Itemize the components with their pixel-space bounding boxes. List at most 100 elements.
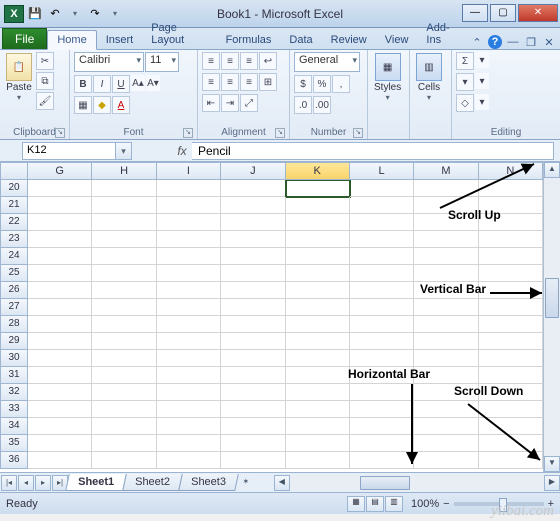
cell-selected[interactable] (286, 180, 350, 197)
cell[interactable] (350, 435, 414, 452)
cell[interactable] (414, 282, 478, 299)
cell[interactable] (286, 265, 350, 282)
cell[interactable] (28, 418, 92, 435)
maximize-button[interactable]: ▢ (490, 4, 516, 22)
zoom-out-button[interactable]: − (443, 498, 449, 510)
cell[interactable] (157, 367, 221, 384)
wrap-text-button[interactable]: ↩ (259, 52, 277, 70)
cell[interactable] (479, 367, 543, 384)
row-header[interactable]: 35 (0, 435, 28, 452)
cell[interactable] (286, 231, 350, 248)
cell[interactable] (28, 214, 92, 231)
scroll-right-button[interactable]: ▶ (544, 475, 560, 491)
cell[interactable] (286, 214, 350, 231)
cell[interactable] (28, 316, 92, 333)
cell[interactable] (286, 418, 350, 435)
cell[interactable] (221, 418, 285, 435)
orientation-button[interactable]: ⤢ (240, 94, 258, 112)
tab-view[interactable]: View (376, 31, 418, 49)
styles-button[interactable]: ▦Styles▾ (372, 52, 403, 103)
cell[interactable] (92, 333, 156, 350)
col-header[interactable]: J (221, 162, 285, 180)
cell[interactable] (157, 316, 221, 333)
number-launcher[interactable]: ↘ (353, 128, 363, 138)
scroll-down-button[interactable]: ▼ (544, 456, 560, 472)
cell[interactable] (350, 214, 414, 231)
cell[interactable] (286, 282, 350, 299)
cell[interactable] (350, 384, 414, 401)
cell[interactable] (157, 282, 221, 299)
font-launcher[interactable]: ↘ (183, 128, 193, 138)
undo-more-icon[interactable]: ▾ (66, 5, 84, 23)
cell[interactable] (479, 180, 543, 197)
cell[interactable] (479, 384, 543, 401)
cell[interactable] (157, 214, 221, 231)
cell[interactable] (414, 418, 478, 435)
row-header[interactable]: 24 (0, 248, 28, 265)
zoom-level[interactable]: 100% (411, 498, 439, 510)
cell[interactable] (221, 282, 285, 299)
worksheet-grid[interactable]: G H I J K L M N 202122232425262728293031… (0, 162, 543, 472)
merge-button[interactable]: ⊞ (259, 73, 277, 91)
namebox-dropdown-icon[interactable]: ▾ (115, 143, 131, 159)
cell[interactable] (92, 231, 156, 248)
col-header[interactable]: I (157, 162, 221, 180)
cell[interactable] (350, 265, 414, 282)
cell[interactable] (221, 333, 285, 350)
horizontal-scroll-thumb[interactable] (360, 476, 410, 490)
zoom-slider[interactable] (454, 502, 544, 506)
cell[interactable] (479, 316, 543, 333)
cell[interactable] (479, 282, 543, 299)
cell[interactable] (350, 367, 414, 384)
cell[interactable] (28, 350, 92, 367)
row-header[interactable]: 34 (0, 418, 28, 435)
cell[interactable] (92, 350, 156, 367)
cell[interactable] (221, 367, 285, 384)
cell[interactable] (157, 265, 221, 282)
row-header[interactable]: 32 (0, 384, 28, 401)
grow-font-button[interactable]: A▴ (131, 75, 145, 91)
cell[interactable] (28, 265, 92, 282)
cell[interactable] (221, 384, 285, 401)
cell[interactable] (414, 333, 478, 350)
cell[interactable] (221, 435, 285, 452)
cell[interactable] (157, 333, 221, 350)
cell[interactable] (28, 282, 92, 299)
cell[interactable] (221, 299, 285, 316)
cell[interactable] (157, 248, 221, 265)
cell[interactable] (350, 299, 414, 316)
cell[interactable] (286, 350, 350, 367)
cell[interactable] (92, 452, 156, 469)
cell[interactable] (221, 452, 285, 469)
cell[interactable] (157, 401, 221, 418)
formula-bar[interactable]: Pencil (192, 142, 554, 160)
col-header[interactable]: G (28, 162, 92, 180)
row-header[interactable]: 23 (0, 231, 28, 248)
cell[interactable] (350, 418, 414, 435)
cell[interactable] (479, 299, 543, 316)
cell[interactable] (157, 452, 221, 469)
scroll-left-button[interactable]: ◀ (274, 475, 290, 491)
clear-button[interactable]: ◇ (456, 94, 474, 112)
redo-icon[interactable]: ↷ (86, 5, 104, 23)
cell[interactable] (414, 299, 478, 316)
cell[interactable] (286, 316, 350, 333)
decrease-indent-button[interactable]: ⇤ (202, 94, 220, 112)
cell[interactable] (414, 350, 478, 367)
page-layout-view-button[interactable]: ▤ (366, 496, 384, 512)
shrink-font-button[interactable]: A▾ (146, 75, 160, 91)
font-name-combo[interactable]: Calibri (74, 52, 144, 72)
cell[interactable] (157, 180, 221, 197)
cell[interactable] (92, 299, 156, 316)
cell[interactable] (350, 316, 414, 333)
cell[interactable] (414, 384, 478, 401)
fill-color-button[interactable]: ◆ (93, 96, 111, 114)
cut-button[interactable]: ✂ (36, 52, 54, 70)
cell[interactable] (479, 401, 543, 418)
row-header[interactable]: 22 (0, 214, 28, 231)
cell[interactable] (350, 197, 414, 214)
new-sheet-button[interactable]: ✶ (238, 475, 254, 491)
close-button[interactable]: ✕ (518, 4, 558, 22)
cell[interactable] (157, 350, 221, 367)
name-box[interactable]: K12▾ (22, 142, 132, 160)
